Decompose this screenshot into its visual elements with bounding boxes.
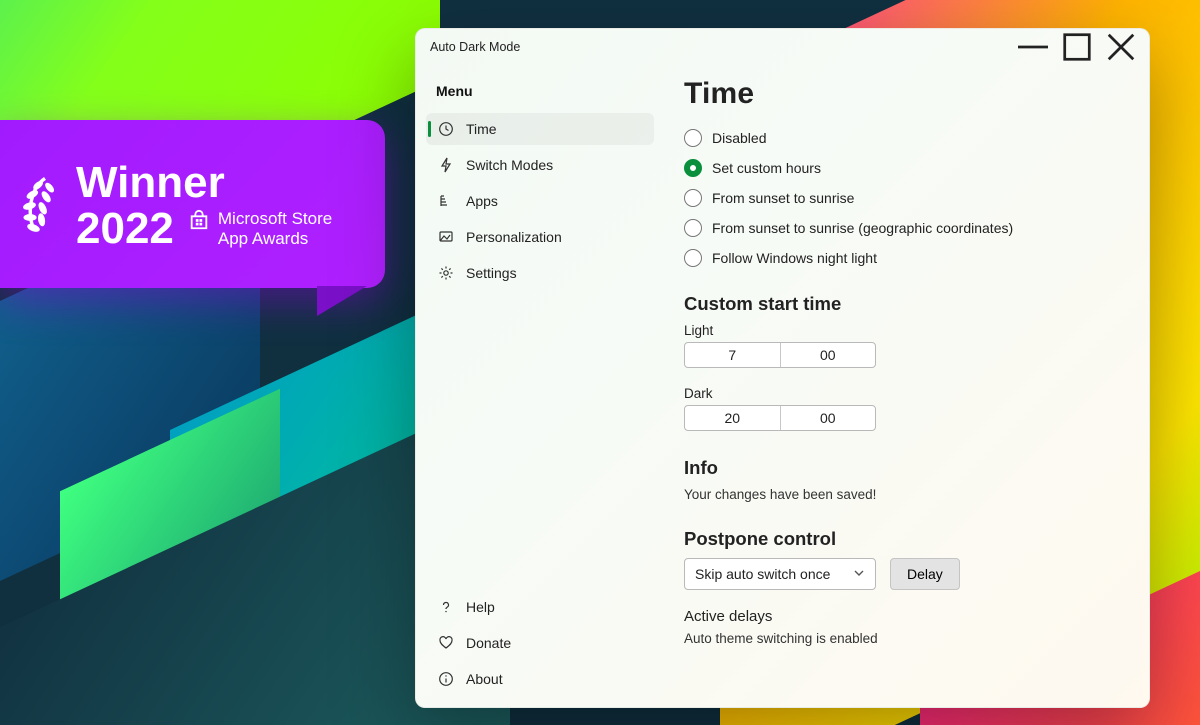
nav-label: Switch Modes: [466, 157, 553, 173]
light-label: Light: [684, 323, 1119, 338]
active-delays-heading: Active delays: [684, 608, 1119, 625]
nav-item-apps[interactable]: Apps: [426, 185, 654, 217]
light-minute[interactable]: 00: [780, 343, 876, 367]
maximize-button[interactable]: [1055, 32, 1099, 62]
heart-icon: [438, 635, 454, 651]
sidebar: Menu Time Switch Modes: [416, 65, 664, 707]
radio-dot-icon: [684, 249, 702, 267]
laurel-icon: [22, 144, 68, 268]
radio-dot-icon: [684, 129, 702, 147]
nav-item-about[interactable]: About: [426, 663, 654, 695]
main-content: Time Disabled Set custom hours From suns…: [664, 65, 1149, 707]
winner-badge: Winner 2022 Microsoft Store App Awa: [0, 120, 385, 288]
radio-label: From sunset to sunrise (geographic coord…: [712, 220, 1013, 236]
nav-label: Time: [466, 121, 497, 137]
radio-sunset-sunrise-geo[interactable]: From sunset to sunrise (geographic coord…: [684, 219, 1119, 237]
gear-icon: [438, 265, 454, 281]
dark-hour[interactable]: 20: [685, 406, 780, 430]
dark-label: Dark: [684, 386, 1119, 401]
badge-year-text: 2022: [76, 207, 174, 251]
light-time-input[interactable]: 7 00: [684, 342, 876, 368]
radio-follow-night-light[interactable]: Follow Windows night light: [684, 249, 1119, 267]
badge-award-line1: Microsoft Store: [218, 209, 332, 229]
titlebar[interactable]: Auto Dark Mode: [416, 29, 1149, 65]
menu-heading: Menu: [426, 77, 654, 113]
nav-item-personalization[interactable]: Personalization: [426, 221, 654, 253]
radio-label: Follow Windows night light: [712, 250, 877, 266]
chevron-down-icon: [853, 566, 865, 582]
app-window: Auto Dark Mode Menu Time: [415, 28, 1150, 708]
time-mode-radios: Disabled Set custom hours From sunset to…: [684, 129, 1119, 267]
dark-minute[interactable]: 00: [780, 406, 876, 430]
help-icon: [438, 599, 454, 615]
window-title: Auto Dark Mode: [430, 40, 1011, 54]
lightning-icon: [438, 157, 454, 173]
nav-label: Settings: [466, 265, 517, 281]
postpone-heading: Postpone control: [684, 528, 1119, 550]
store-bag-icon: [188, 209, 210, 231]
apps-list-icon: [438, 193, 454, 209]
badge-winner-text: Winner: [76, 161, 332, 205]
page-title: Time: [684, 77, 1119, 111]
paint-icon: [438, 229, 454, 245]
postpone-select-value: Skip auto switch once: [695, 566, 830, 582]
nav-item-settings[interactable]: Settings: [426, 257, 654, 289]
nav-item-help[interactable]: Help: [426, 591, 654, 623]
light-hour[interactable]: 7: [685, 343, 780, 367]
nav-label: Help: [466, 599, 495, 615]
nav-item-time[interactable]: Time: [426, 113, 654, 145]
dark-time-input[interactable]: 20 00: [684, 405, 876, 431]
radio-dot-icon: [684, 219, 702, 237]
custom-start-heading: Custom start time: [684, 293, 1119, 315]
radio-dot-icon: [684, 159, 702, 177]
radio-label: From sunset to sunrise: [712, 190, 854, 206]
radio-set-custom-hours[interactable]: Set custom hours: [684, 159, 1119, 177]
nav-item-switch-modes[interactable]: Switch Modes: [426, 149, 654, 181]
clock-icon: [438, 121, 454, 137]
active-delays-text: Auto theme switching is enabled: [684, 631, 1119, 646]
info-icon: [438, 671, 454, 687]
nav-label: Donate: [466, 635, 511, 651]
info-text: Your changes have been saved!: [684, 487, 1119, 502]
info-heading: Info: [684, 457, 1119, 479]
nav-label: Personalization: [466, 229, 562, 245]
nav-label: Apps: [466, 193, 498, 209]
badge-award-line2: App Awards: [218, 229, 332, 249]
radio-label: Set custom hours: [712, 160, 821, 176]
nav-item-donate[interactable]: Donate: [426, 627, 654, 659]
nav-label: About: [466, 671, 503, 687]
radio-sunset-sunrise[interactable]: From sunset to sunrise: [684, 189, 1119, 207]
postpone-select[interactable]: Skip auto switch once: [684, 558, 876, 590]
close-button[interactable]: [1099, 32, 1143, 62]
delay-button[interactable]: Delay: [890, 558, 960, 590]
radio-disabled[interactable]: Disabled: [684, 129, 1119, 147]
radio-label: Disabled: [712, 130, 766, 146]
radio-dot-icon: [684, 189, 702, 207]
minimize-button[interactable]: [1011, 32, 1055, 62]
